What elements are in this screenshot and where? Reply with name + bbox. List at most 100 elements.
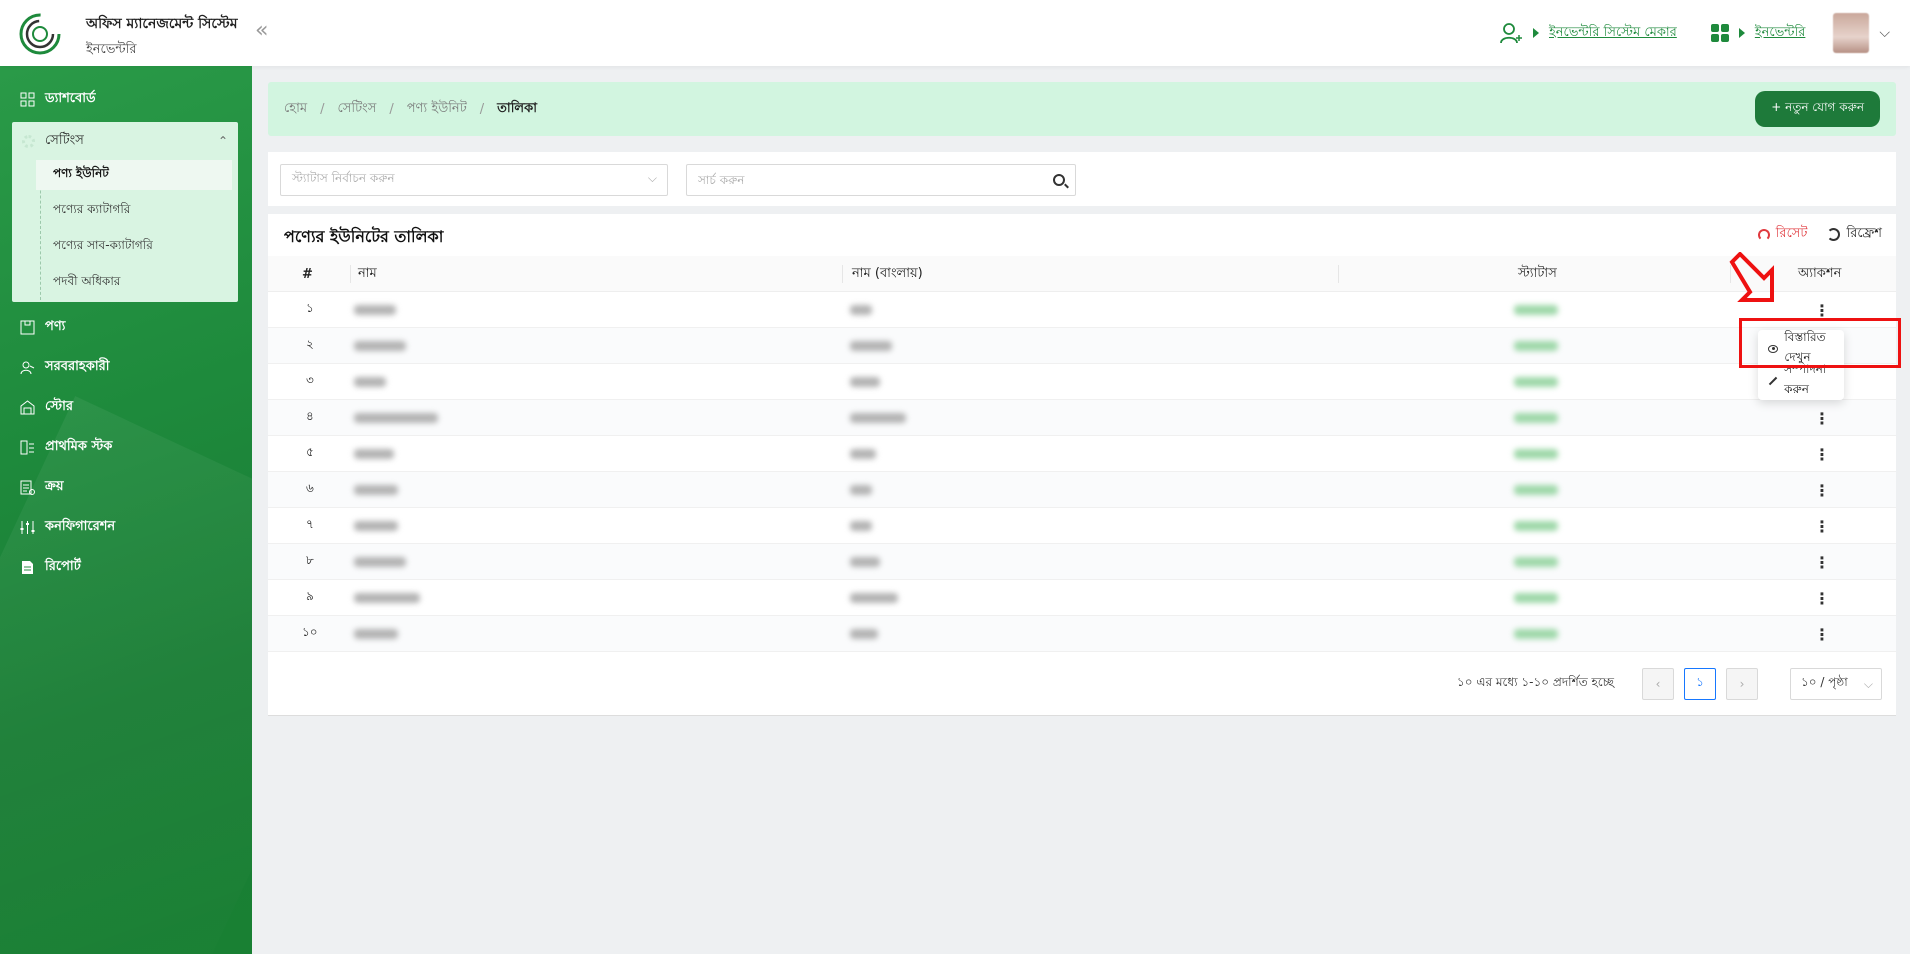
refresh-button[interactable]: রিফ্রেশ: [1827, 224, 1882, 245]
table-row: ৬ ⋮: [268, 472, 1896, 508]
row-action-menu-button[interactable]: ⋮: [1814, 436, 1830, 472]
app-subtitle: ইনভেন্টরি: [86, 42, 137, 57]
sidebar-subitem-product-subcategory[interactable]: পণ্যের সাব-ক্যাটাগরি: [36, 232, 232, 262]
sidebar-item-label: স্টোর: [45, 398, 73, 414]
breadcrumb-product-unit[interactable]: পণ্য ইউনিট: [407, 99, 467, 120]
chevron-down-icon: ⌵: [1863, 676, 1873, 691]
breadcrumb-settings[interactable]: সেটিংস: [337, 99, 376, 120]
status-select-placeholder: স্ট্যাটাস নির্বাচন করুন: [292, 171, 395, 185]
column-header-index: #: [302, 266, 313, 282]
pagination: ১০ এর মধ্যে ১-১০ প্রদর্শিত হচ্ছে ‹ ১ › ১…: [1457, 668, 1882, 700]
user-switch-icon[interactable]: [1499, 21, 1523, 45]
table-row: ১০ ⋮: [268, 616, 1896, 652]
bangla-name-cell-blurred: [850, 485, 872, 495]
page-size-select[interactable]: ১০ / পৃষ্ঠা ⌵: [1790, 668, 1882, 700]
sidebar-subitem-product-category[interactable]: পণ্যের ক্যাটাগরি: [36, 196, 232, 226]
name-cell-blurred: [354, 341, 406, 351]
status-cell-blurred: [1514, 557, 1558, 567]
bangla-name-cell-blurred: [850, 629, 878, 639]
row-action-menu: বিস্তারিত দেখুন সম্পাদনা করুন: [1758, 330, 1844, 400]
store-icon: [20, 399, 35, 414]
prev-page-button[interactable]: ‹: [1642, 668, 1674, 700]
search-field[interactable]: [686, 164, 1076, 196]
chevron-right-icon: ›: [1739, 677, 1745, 691]
avatar[interactable]: [1833, 13, 1870, 53]
config-icon: [20, 520, 35, 534]
bangla-name-cell-blurred: [850, 377, 880, 387]
breadcrumb-current: তালিকা: [497, 100, 537, 116]
inventory-link[interactable]: ইনভেন্টরি: [1755, 23, 1806, 44]
sidebar-item-purchase[interactable]: ক্রয়: [20, 472, 64, 502]
row-action-menu-button[interactable]: ⋮: [1814, 292, 1830, 328]
refresh-icon: [1827, 228, 1841, 241]
breadcrumb-home[interactable]: হোম: [284, 99, 307, 120]
column-header-name: নাম: [358, 265, 377, 281]
pagination-summary: ১০ এর মধ্যে ১-১০ প্রদর্শিত হচ্ছে: [1456, 675, 1614, 689]
name-cell-blurred: [354, 521, 398, 531]
table-card: পণ্যের ইউনিটের তালিকা রিসেট রিফ্রেশ # না…: [268, 214, 1896, 716]
name-cell-blurred: [354, 305, 396, 315]
status-cell-blurred: [1514, 593, 1558, 603]
sidebar-item-initial-stock[interactable]: প্রাথমিক স্টক: [20, 432, 112, 462]
row-action-menu-button[interactable]: ⋮: [1814, 400, 1830, 436]
collapse-sidebar-button[interactable]: «: [255, 18, 268, 43]
bangla-name-cell-blurred: [850, 557, 880, 567]
bangla-name-cell-blurred: [850, 593, 898, 603]
row-action-menu-button[interactable]: ⋮: [1814, 472, 1830, 508]
row-action-menu-button[interactable]: ⋮: [1814, 616, 1830, 652]
column-divider: [842, 265, 843, 283]
sidebar-item-store[interactable]: স্টোর: [20, 392, 73, 422]
top-header: অফিস ম্যানেজমেন্ট সিস্টেম ইনভেন্টরি « ইন…: [0, 0, 1910, 66]
reset-label: রিসেট: [1775, 226, 1808, 241]
status-cell-blurred: [1514, 305, 1558, 315]
status-cell-blurred: [1514, 377, 1558, 387]
gear-icon: [22, 134, 35, 148]
refresh-label: রিফ্রেশ: [1846, 226, 1882, 241]
sidebar-item-label: প্রাথমিক স্টক: [45, 438, 113, 454]
sidebar-item-settings[interactable]: সেটিংস ⌃: [22, 128, 228, 154]
edit-menu-item[interactable]: সম্পাদনা করুন: [1758, 362, 1844, 397]
row-index: ৩: [306, 373, 314, 387]
next-page-button[interactable]: ›: [1726, 668, 1758, 700]
reset-icon: [1757, 228, 1770, 241]
search-icon[interactable]: [1053, 174, 1065, 186]
row-index: ৪: [306, 409, 314, 423]
chevron-down-icon[interactable]: ⌵: [1879, 25, 1890, 41]
name-cell-blurred: [354, 377, 386, 387]
column-header-name-bangla: নাম (বাংলায়): [852, 265, 923, 281]
system-maker-link[interactable]: ইনভেন্টরি সিস্টেম মেকার: [1549, 23, 1677, 44]
apps-grid-icon[interactable]: [1710, 24, 1729, 42]
row-action-menu-button[interactable]: ⋮: [1814, 580, 1830, 616]
sidebar-subitem-product-unit[interactable]: পণ্য ইউনিট: [36, 160, 232, 190]
sidebar-item-supplier[interactable]: সরবরাহকারী: [20, 352, 109, 382]
reset-button[interactable]: রিসেট: [1757, 224, 1808, 245]
sidebar-item-configuration[interactable]: কনফিগারেশন: [20, 512, 115, 542]
row-index: ৮: [306, 553, 314, 567]
search-input[interactable]: [687, 165, 1027, 195]
row-action-menu-button[interactable]: ⋮: [1814, 544, 1830, 580]
sidebar-item-product[interactable]: পণ্য: [20, 312, 65, 342]
status-select[interactable]: স্ট্যাটাস নির্বাচন করুন ⌵: [280, 164, 668, 196]
chevron-left-icon: ‹: [1655, 677, 1661, 691]
sidebar-subitem-designation[interactable]: পদবী অধিকার: [36, 268, 232, 298]
bangla-name-cell-blurred: [850, 341, 892, 351]
table-row: ৯ ⋮: [268, 580, 1896, 616]
app-title: অফিস ম্যানেজমেন্ট সিস্টেম: [86, 16, 238, 32]
column-divider: [1338, 265, 1339, 283]
breadcrumb-separator: /: [479, 101, 485, 117]
breadcrumb-separator: /: [389, 101, 394, 117]
bangla-name-cell-blurred: [850, 521, 872, 531]
sidebar-item-report[interactable]: রিপোর্ট: [20, 552, 81, 582]
page-number-button[interactable]: ১: [1684, 668, 1716, 700]
row-action-menu-button[interactable]: ⋮: [1814, 508, 1830, 544]
status-cell-blurred: [1514, 629, 1558, 639]
table-row: ৮ ⋮: [268, 544, 1896, 580]
eye-icon: [1768, 345, 1779, 353]
add-new-button[interactable]: + নতুন যোগ করুন: [1755, 91, 1880, 127]
name-cell-blurred: [354, 485, 398, 495]
dashboard-icon: [20, 92, 35, 106]
status-cell-blurred: [1514, 485, 1558, 495]
sidebar-item-dashboard[interactable]: ড্যাশবোর্ড: [20, 84, 96, 114]
chevron-up-icon: ⌃: [217, 134, 228, 148]
stock-icon: [20, 440, 34, 454]
